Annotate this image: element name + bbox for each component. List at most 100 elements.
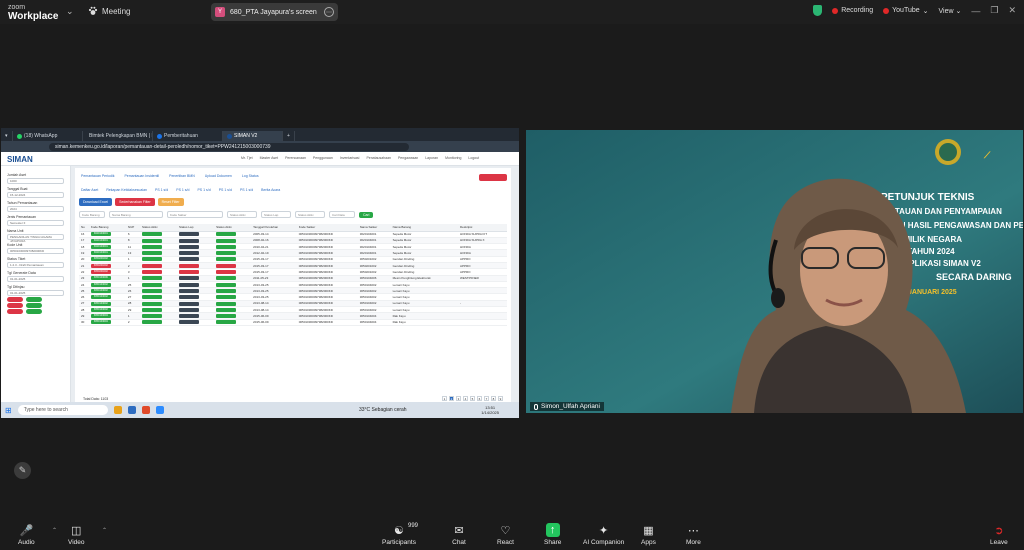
panel-subtab[interactable]: PS 1 s/d	[197, 188, 210, 192]
page-button[interactable]: 7	[484, 396, 489, 401]
kode-badge[interactable]: 3020104001	[90, 251, 111, 256]
site-nav-item[interactable]: Laporan	[425, 156, 438, 160]
kode-badge[interactable]: 3050201002	[90, 270, 111, 275]
panel-tab[interactable]: Log Status	[242, 174, 259, 178]
toolbar-apps-button[interactable]: ▦ Apps	[641, 523, 656, 547]
new-tab-icon[interactable]: +	[283, 131, 295, 141]
screen-share-indicator[interactable]: Y 680_PTA Jayapura's screen ⋯	[211, 3, 338, 21]
page-button[interactable]: 1	[442, 396, 447, 401]
tab-search-icon[interactable]: ▾	[1, 131, 13, 141]
minimize-icon[interactable]: —	[971, 6, 980, 16]
browser-tab[interactable]: Pemberitahuan	[153, 131, 223, 141]
filter-field[interactable]: Status Aktiv	[295, 211, 325, 218]
kode-badge[interactable]: 3050201002	[90, 263, 111, 268]
toolbar-chat-button[interactable]: ✉ Chat	[452, 523, 466, 547]
panel-subtab[interactable]: PS 1 s/d	[219, 188, 232, 192]
youtube-live-indicator[interactable]: YouTube ⌄	[883, 7, 929, 15]
panel-tab[interactable]: Upload Dokumen	[205, 174, 232, 178]
filter-field[interactable]: Cari Data	[329, 211, 355, 218]
toolbar-more-button[interactable]: ⋯ More	[686, 523, 701, 547]
kode-badge[interactable]: 3050104002	[90, 282, 111, 287]
taskbar-clock[interactable]: 13:51 1/14/2025	[481, 405, 499, 415]
site-nav-item[interactable]: Monitoring	[445, 156, 461, 160]
browser-tab[interactable]: Bimtek Pelengkapan BMN | Link	[83, 131, 153, 141]
table-row[interactable]: 30 3050104004 2 2015-06-09 00501030009738200…	[79, 319, 507, 326]
chevron-up-icon[interactable]: ⌃	[52, 527, 57, 534]
close-icon[interactable]: ✕	[1008, 5, 1016, 16]
page-button[interactable]: 5	[470, 396, 475, 401]
site-nav-item[interactable]: Inventarisasi	[340, 156, 360, 160]
edge-icon[interactable]	[127, 406, 136, 414]
kode-badge[interactable]: 3020104001	[90, 232, 111, 237]
toolbar-video-button[interactable]: ◫ Video ⌃	[68, 523, 107, 547]
panel-subtab[interactable]: PS 1 s/d	[176, 188, 189, 192]
weather-widget[interactable]: 33°C Sebagian cerah	[359, 407, 407, 413]
kode-badge[interactable]: 3050104002	[90, 301, 111, 306]
toolbar-leave-button[interactable]: ➲ Leave	[990, 523, 1008, 547]
action-button[interactable]: Reset Filter	[157, 198, 184, 206]
action-button[interactable]: Download Excel	[79, 198, 113, 206]
zoom-taskbar-icon[interactable]	[155, 406, 164, 414]
toolbar-participants-button[interactable]: ☯ Participants 999	[382, 523, 418, 546]
site-nav-item[interactable]: Perencanaan	[285, 156, 306, 160]
kode-badge[interactable]: 3050104006	[90, 276, 111, 281]
panel-subtab[interactable]: PS 1 s/d	[155, 188, 168, 192]
browser-tab[interactable]: (18) WhatsApp	[13, 131, 83, 141]
kode-badge[interactable]: 3050104002	[90, 295, 111, 300]
site-nav-item[interactable]: Master Aset	[260, 156, 278, 160]
view-button[interactable]: View ⌄	[939, 7, 962, 15]
filter-field[interactable]: Status Lap	[261, 211, 291, 218]
chevron-up-icon[interactable]: ⌃	[102, 527, 107, 534]
file-explorer-icon[interactable]	[113, 406, 122, 414]
kode-badge[interactable]: 3050201002	[90, 257, 111, 262]
site-nav-item[interactable]: Penggunaan	[313, 156, 333, 160]
participant-video[interactable]: ⟋ PETUNJUK TEKNIS PEMANTAUAN DAN PENYAMPA…	[526, 130, 1023, 413]
meeting-button[interactable]: Meeting	[88, 6, 130, 16]
panel-subtab[interactable]: Daftar Aset	[81, 188, 98, 192]
panel-subtab[interactable]: PS 1 s/d	[240, 188, 253, 192]
site-nav-item[interactable]: Mr. Tjet	[241, 156, 253, 160]
kode-badge[interactable]: 3050104004	[90, 320, 111, 325]
toolbar-audio-button[interactable]: 🎤 Audio ⌃	[18, 523, 57, 547]
kode-badge[interactable]: 3020104001	[90, 238, 111, 243]
annotate-pencil-icon[interactable]: ✎	[14, 462, 31, 479]
taskbar-search[interactable]: Type here to search	[17, 405, 108, 415]
page-button[interactable]: 3	[456, 396, 461, 401]
panel-subtab[interactable]: Berita Acara	[261, 188, 280, 192]
search-button[interactable]: Cari	[359, 211, 374, 218]
filter-field[interactable]: Nama Barang	[109, 211, 163, 218]
toolbar-ai-companion-button[interactable]: ✦ AI Companion	[583, 523, 624, 547]
url-field[interactable]: siman.kemenkeu.go.id/laporan/pemantauan-…	[49, 142, 409, 151]
page-button[interactable]: 4	[463, 396, 468, 401]
kode-badge[interactable]: 3050104004	[90, 314, 111, 319]
filter-field[interactable]: Kode Satker	[167, 211, 223, 218]
panel-tab[interactable]: Pemantauan Insidentil	[124, 174, 159, 178]
page-button[interactable]: 6	[477, 396, 482, 401]
recording-indicator[interactable]: Recording	[832, 7, 873, 14]
restore-icon[interactable]: ❐	[990, 5, 998, 16]
kode-badge[interactable]: 3050104002	[90, 307, 111, 312]
page-button[interactable]: 8	[491, 396, 496, 401]
chrome-icon[interactable]	[141, 406, 150, 414]
action-button[interactable]: Sederhanakan Filter	[115, 198, 155, 206]
security-shield-icon[interactable]	[813, 5, 823, 16]
site-nav-item[interactable]: Penatausahaan	[366, 156, 391, 160]
site-nav-item[interactable]: Pengawasan	[398, 156, 418, 160]
kode-badge[interactable]: 3050104002	[90, 288, 111, 293]
filter-field[interactable]: Status Aktiv	[227, 211, 257, 218]
page-button[interactable]: 2	[449, 396, 454, 401]
site-nav-item[interactable]: Logout	[468, 156, 479, 160]
windows-start-icon[interactable]: ⊞	[5, 406, 12, 415]
browser-tab[interactable]: SIMAN V2	[223, 131, 283, 141]
red-action-button[interactable]	[479, 174, 507, 181]
panel-tab[interactable]: Pemantauan Periodik	[81, 174, 114, 178]
toolbar-react-button[interactable]: ♡ React	[497, 523, 514, 547]
kode-badge[interactable]: 3020104001	[90, 244, 111, 249]
toolbar-share-button[interactable]: ↑ Share	[544, 523, 561, 546]
chevron-down-icon[interactable]: ⌄	[66, 6, 74, 17]
filter-field[interactable]: Kode Barang	[79, 211, 105, 218]
page-button[interactable]: 9	[498, 396, 503, 401]
panel-subtab[interactable]: Rekapan Ketidaksesuaian	[106, 188, 147, 192]
more-options-icon[interactable]: ⋯	[324, 7, 334, 17]
panel-tab[interactable]: Penertiban BMN	[169, 174, 195, 178]
